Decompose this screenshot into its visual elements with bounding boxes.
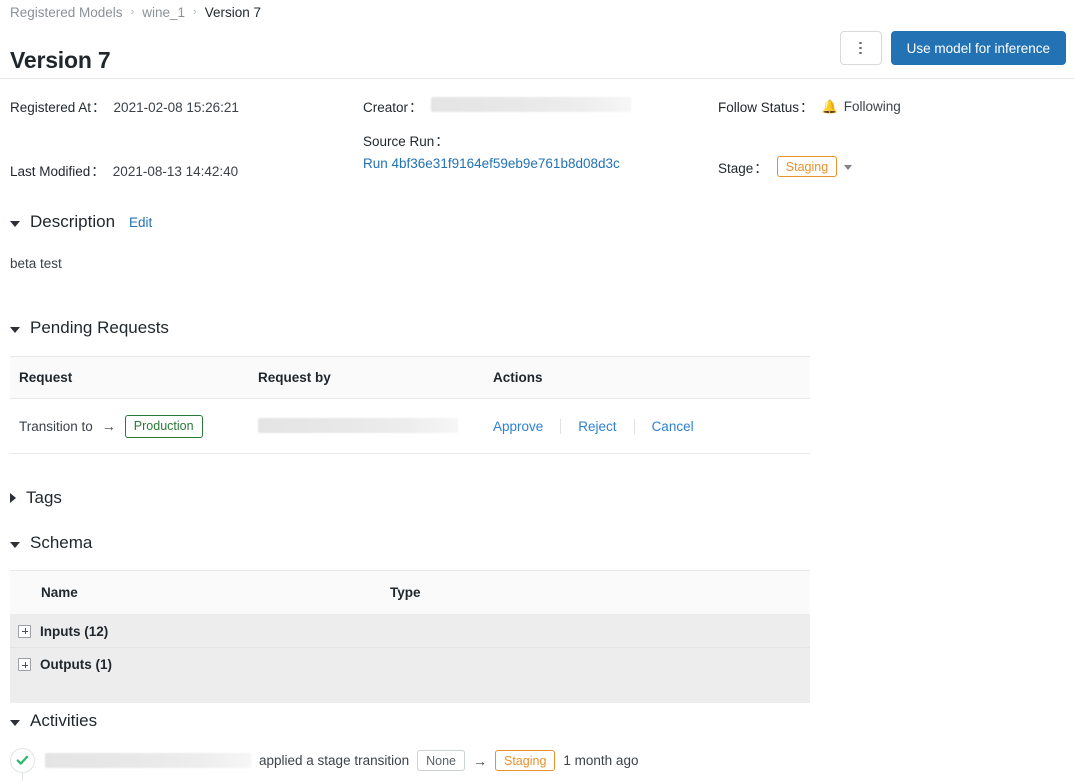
action-divider xyxy=(633,418,635,434)
description-body: beta test xyxy=(10,256,62,271)
activity-from-stage-badge: None xyxy=(417,750,465,771)
last-modified-field: Last Modified： 2021-08-13 14:42:40 xyxy=(10,130,363,180)
schema-outputs-label: Outputs (1) xyxy=(40,657,112,672)
schema-row-inputs[interactable]: Inputs (12) xyxy=(10,615,810,648)
kebab-menu-icon xyxy=(859,41,862,55)
schema-inputs-label: Inputs (12) xyxy=(40,623,109,639)
activities-title: Activities xyxy=(30,711,98,730)
breadcrumb-separator-icon: › xyxy=(193,6,197,18)
description-section-header[interactable]: Description Edit xyxy=(10,212,152,232)
request-by-redacted xyxy=(258,418,458,434)
model-version-page: Registered Models › wine_1 › Version 7 V… xyxy=(0,0,1074,781)
column-header-type: Type xyxy=(390,585,421,600)
source-run-label: Source Run： xyxy=(363,134,449,149)
header-divider xyxy=(0,78,1074,79)
registered-at-value: 2021-02-08 15:26:21 xyxy=(113,100,239,115)
activity-user-redacted xyxy=(45,753,251,768)
metadata-grid: Registered At： 2021-02-08 15:26:21 Creat… xyxy=(10,96,1066,180)
source-run-field: Source Run： Run 4bf36e31f9164ef59eb9e761… xyxy=(363,130,718,171)
registered-at-label: Registered At： xyxy=(10,100,106,115)
header-actions: Use model for inference xyxy=(839,31,1066,65)
activity-timestamp: 1 month ago xyxy=(563,753,639,768)
metadata-row-2: Last Modified： 2021-08-13 14:42:40 Sourc… xyxy=(10,130,1066,180)
caret-down-icon[interactable] xyxy=(10,541,20,548)
reject-link[interactable]: Reject xyxy=(578,419,616,434)
cancel-link[interactable]: Cancel xyxy=(652,419,694,434)
use-model-for-inference-button[interactable]: Use model for inference xyxy=(890,31,1066,65)
column-header-name: Name xyxy=(41,585,78,600)
pending-requests-table: Request Request by Actions Transition to… xyxy=(10,356,810,454)
column-header-actions: Actions xyxy=(493,370,543,385)
creator-field: Creator： xyxy=(363,96,718,116)
request-by-cell xyxy=(258,417,493,435)
action-divider xyxy=(560,418,562,434)
registered-at-field: Registered At： 2021-02-08 15:26:21 xyxy=(10,96,363,116)
activity-timeline-line xyxy=(22,773,23,781)
actions-cell: Approve Reject Cancel xyxy=(493,418,810,434)
page-title: Version 7 xyxy=(10,47,111,74)
metadata-row-1: Registered At： 2021-02-08 15:26:21 Creat… xyxy=(10,96,1066,116)
schema-section-header[interactable]: Schema xyxy=(10,533,92,553)
caret-down-icon[interactable] xyxy=(10,719,20,726)
column-header-request: Request xyxy=(19,370,73,385)
activities-section-header[interactable]: Activities xyxy=(10,711,97,731)
follow-status-value[interactable]: Following xyxy=(844,99,901,114)
approve-link[interactable]: Approve xyxy=(493,419,543,434)
tags-title: Tags xyxy=(26,488,62,507)
stage-badge[interactable]: Staging xyxy=(776,156,838,177)
follow-status-field: Follow Status： 🔔 Following xyxy=(718,96,1048,116)
source-run-link[interactable]: Run 4bf36e31f9164ef59eb9e761b8d08d3c xyxy=(363,156,718,171)
table-row: Transition to → Production Approve Rejec… xyxy=(10,399,810,454)
schema-row-outputs[interactable]: Outputs (1) xyxy=(10,648,810,681)
bell-icon: 🔔 xyxy=(821,98,838,114)
breadcrumb-item-model[interactable]: wine_1 xyxy=(142,5,185,20)
breadcrumb-item-version: Version 7 xyxy=(204,5,261,20)
activity-action-text: applied a stage transition xyxy=(259,753,410,768)
description-title: Description xyxy=(30,212,116,231)
schema-table-footer xyxy=(10,681,810,703)
request-cell: Transition to → Production xyxy=(10,414,258,438)
caret-down-icon[interactable] xyxy=(10,326,20,333)
column-header-request-by: Request by xyxy=(258,370,331,385)
activity-entry: applied a stage transition None → Stagin… xyxy=(10,748,638,773)
activity-detail: applied a stage transition None → Stagin… xyxy=(45,750,638,771)
follow-status-label: Follow Status： xyxy=(718,100,814,115)
schema-header-row: Name Type xyxy=(10,570,810,615)
check-circle-icon xyxy=(10,748,35,773)
table-header-row: Request Request by Actions xyxy=(10,356,810,399)
schema-table: Name Type Inputs (12) Outputs (1) xyxy=(10,570,810,703)
activity-to-stage-badge: Staging xyxy=(495,750,556,771)
breadcrumb: Registered Models › wine_1 › Version 7 xyxy=(10,5,261,20)
arrow-right-icon: → xyxy=(473,752,487,769)
expand-plus-icon[interactable] xyxy=(18,658,31,671)
pending-requests-title: Pending Requests xyxy=(30,318,169,337)
pending-requests-section-header[interactable]: Pending Requests xyxy=(10,318,169,338)
chevron-down-icon[interactable] xyxy=(844,165,853,170)
overflow-menu-button[interactable] xyxy=(839,31,882,65)
last-modified-value: 2021-08-13 14:42:40 xyxy=(112,164,239,179)
arrow-right-icon: → xyxy=(101,418,116,434)
stage-field: Stage： Staging xyxy=(718,130,1048,177)
caret-down-icon[interactable] xyxy=(10,220,20,227)
breadcrumb-separator-icon: › xyxy=(130,6,135,18)
stage-label: Stage： xyxy=(718,160,768,176)
schema-title: Schema xyxy=(30,533,93,552)
target-stage-badge: Production xyxy=(124,414,203,438)
transition-to-label: Transition to xyxy=(19,418,93,434)
edit-description-link[interactable]: Edit xyxy=(129,215,152,230)
creator-value-redacted xyxy=(430,97,631,112)
expand-plus-icon[interactable] xyxy=(18,624,31,638)
breadcrumb-item-registered-models[interactable]: Registered Models xyxy=(10,5,123,20)
creator-label: Creator： xyxy=(363,100,423,115)
tags-section-header[interactable]: Tags xyxy=(10,488,62,508)
caret-right-icon[interactable] xyxy=(10,493,16,503)
last-modified-label: Last Modified： xyxy=(10,164,105,179)
